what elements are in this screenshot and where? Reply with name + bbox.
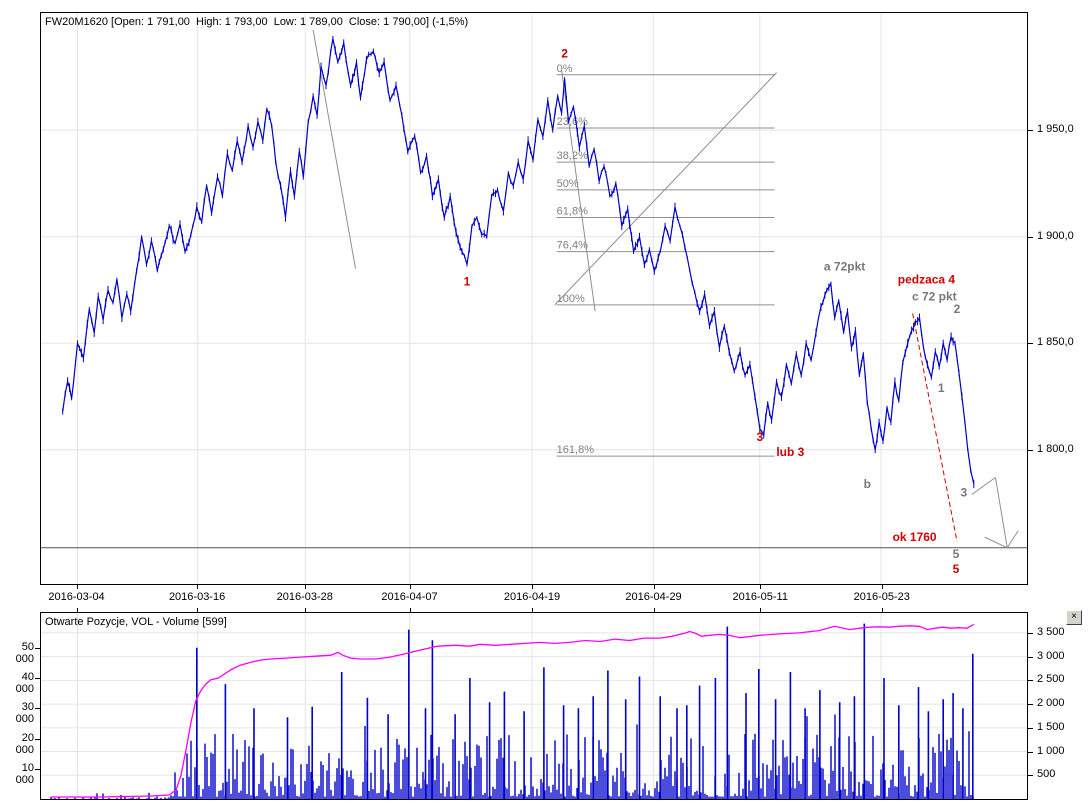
fib-level-label: 76,4% <box>557 240 588 252</box>
volume-axis-tick-mark <box>35 647 40 649</box>
date-tick-mark-top <box>653 585 655 589</box>
open-interest-axis-tick-label: 3 500 <box>1037 625 1065 638</box>
open-interest-axis-tick-mark <box>1028 704 1033 706</box>
date-tick-label: 2016-03-16 <box>168 591 226 603</box>
volume-axis-tick-mark <box>35 738 40 740</box>
open-interest-axis-tick-label: 2 500 <box>1037 673 1065 686</box>
date-tick-mark-bottom <box>304 608 306 612</box>
price-axis-tick-label: 1 900,0 <box>1037 229 1074 242</box>
price-axis-tick-mark <box>1028 130 1033 132</box>
open-interest-axis-tick-mark <box>1028 775 1033 777</box>
date-tick-mark-top <box>409 585 411 589</box>
date-tick-label: 2016-03-28 <box>276 591 333 603</box>
close-button[interactable]: × <box>1066 610 1082 625</box>
volume-axis-tick-mark <box>35 708 40 710</box>
date-tick-mark-top <box>760 585 762 589</box>
down-arrow <box>971 477 1019 549</box>
volume-chart[interactable] <box>41 613 1027 799</box>
date-tick-mark-top <box>197 585 199 589</box>
fib-level-label: 0% <box>557 63 573 75</box>
fib-level-label: 161,8% <box>557 444 595 456</box>
date-tick-label: 2016-05-11 <box>732 591 788 603</box>
annotation-lub-3: lub 3 <box>776 445 804 459</box>
date-tick-mark-top <box>304 585 306 589</box>
price-axis-tick-mark <box>1028 343 1033 345</box>
fib-level-label: 61,8% <box>557 206 588 218</box>
date-tick-label: 2016-04-19 <box>503 591 561 603</box>
annotation-3: 3 <box>756 430 763 444</box>
price-axis-tick-label: 1 800,0 <box>1037 442 1074 455</box>
rising-trendline <box>554 72 777 306</box>
open-interest-axis-tick-label: 1 500 <box>1037 720 1065 733</box>
volume-bars <box>50 714 974 799</box>
date-tick-label: 2016-04-29 <box>625 591 682 603</box>
annotation-5: 5 <box>953 547 960 561</box>
fib-level-label: 50% <box>557 178 579 190</box>
volume-panel: Otwarte Pozycje, VOL - Volume [599] <box>40 612 1028 800</box>
open-interest-axis-tick-mark <box>1028 751 1033 753</box>
volume-axis-tick-label: 10 000 <box>15 761 34 786</box>
price-axis-tick-mark <box>1028 236 1033 238</box>
red-projection <box>912 313 958 542</box>
annotation-1: 1 <box>938 381 945 395</box>
date-tick-mark-bottom <box>760 608 762 612</box>
volume-axis-tick-label: 50 000 <box>15 640 34 665</box>
date-tick-mark-bottom <box>197 608 199 612</box>
date-tick-label: 2016-03-04 <box>48 591 105 603</box>
annotation-b: b <box>864 477 871 491</box>
annotation-2: 2 <box>954 302 961 316</box>
open-interest-axis-tick-label: 2 000 <box>1037 697 1065 710</box>
annotation-pedzaca-4: pedzaca 4 <box>898 272 956 286</box>
open-interest-axis-tick-label: 1 000 <box>1037 744 1065 757</box>
date-tick-mark-top <box>881 585 883 589</box>
volume-axis-tick-mark <box>35 678 40 680</box>
open-interest-axis-tick-mark <box>1028 632 1033 634</box>
open-interest-axis-tick-mark <box>1028 656 1033 658</box>
price-axis-tick-label: 1 850,0 <box>1037 336 1074 349</box>
date-tick-mark-top <box>532 585 534 589</box>
volume-axis-tick-label: 40 000 <box>15 671 34 696</box>
chart-window: FW20M1620 [Open: 1 791,00 High: 1 793,00… <box>0 0 1088 810</box>
price-grid <box>41 13 1027 584</box>
steep-trendline <box>312 29 357 269</box>
fib-level-label: 23,6% <box>557 116 588 128</box>
open-interest-axis-tick-label: 500 <box>1037 768 1056 781</box>
volume-axis-tick-mark <box>35 768 40 770</box>
date-tick-mark-bottom <box>532 608 534 612</box>
date-tick-mark-bottom <box>653 608 655 612</box>
volume-axis-tick-label: 20 000 <box>15 731 34 756</box>
date-tick-mark-bottom <box>881 608 883 612</box>
price-panel: FW20M1620 [Open: 1 791,00 High: 1 793,00… <box>40 12 1028 585</box>
volume-axis-tick-label: 30 000 <box>15 701 34 726</box>
annotation-c-72-pkt: c 72 pkt <box>912 289 957 303</box>
price-panel-title: FW20M1620 [Open: 1 791,00 High: 1 793,00… <box>45 16 469 28</box>
open-interest-axis-tick-mark <box>1028 680 1033 682</box>
volume-grid <box>41 613 1027 799</box>
date-tick-mark-top <box>76 585 78 589</box>
date-tick-mark-bottom <box>76 608 78 612</box>
date-tick-label: 2016-05-23 <box>853 591 910 603</box>
price-axis-tick-label: 1 950,0 <box>1037 123 1074 136</box>
open-interest-axis-tick-label: 3 000 <box>1037 649 1065 662</box>
annotation-5: 5 <box>953 562 960 576</box>
fib-level-label: 38,2% <box>557 150 588 162</box>
annotation-1: 1 <box>464 274 471 288</box>
price-chart[interactable]: 0%23,6%38,2%50%61,8%76,4%100%161,8%213lu… <box>41 13 1027 584</box>
annotation-2: 2 <box>561 46 568 60</box>
date-tick-label: 2016-04-07 <box>381 591 438 603</box>
annotation-a-72pkt: a 72pkt <box>824 260 865 274</box>
volume-panel-title: Otwarte Pozycje, VOL - Volume [599] <box>45 616 227 628</box>
price-axis-tick-mark <box>1028 449 1033 451</box>
annotation-ok-1760: ok 1760 <box>893 530 937 544</box>
open-interest-axis-tick-mark <box>1028 727 1033 729</box>
fibonacci-retracement: 0%23,6%38,2%50%61,8%76,4%100%161,8% <box>556 63 775 457</box>
annotation-3: 3 <box>961 485 968 499</box>
date-tick-mark-bottom <box>409 608 411 612</box>
